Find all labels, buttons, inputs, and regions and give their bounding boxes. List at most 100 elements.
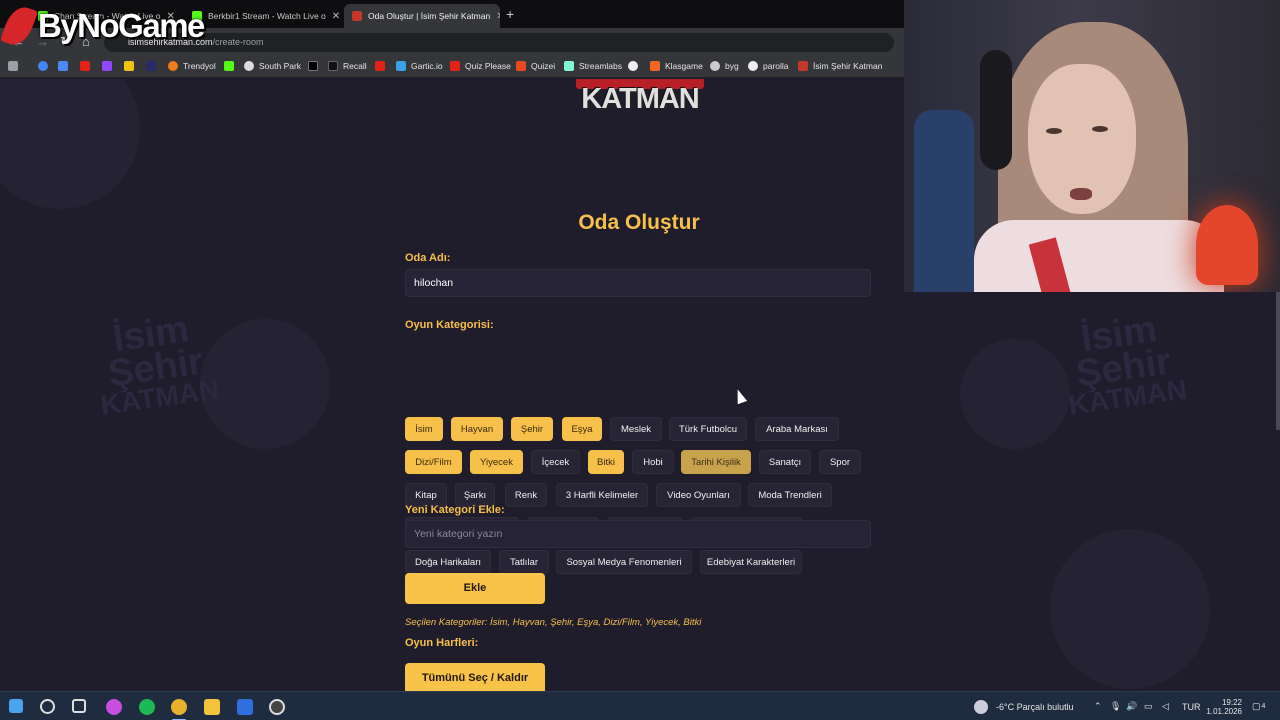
url-field[interactable]: isimsehirkatman.com/create-room <box>104 33 894 52</box>
letters-label: Oyun Harfleri: <box>405 637 479 649</box>
klasgame-icon <box>650 61 660 71</box>
category-chip[interactable]: İsim <box>405 417 443 441</box>
close-icon[interactable]: ✕ <box>490 11 500 22</box>
bookmark-label: South Park <box>259 61 302 71</box>
notification-center[interactable]: ▢ 4 <box>1252 692 1265 720</box>
apps-grid-icon[interactable] <box>8 61 23 71</box>
game-logo[interactable]: KATMAN <box>574 79 706 127</box>
scrollbar[interactable] <box>1276 292 1280 430</box>
category-chip[interactable]: Moda Trendleri <box>748 483 832 507</box>
obs-icon[interactable] <box>269 699 285 715</box>
feather-icon <box>0 2 39 50</box>
room-name-input[interactable] <box>405 269 871 297</box>
category-chip[interactable]: Hayvan <box>451 417 503 441</box>
parolla-icon <box>748 61 758 71</box>
category-chip[interactable]: Sanatçı <box>759 450 811 474</box>
kick-bookmark-icon[interactable] <box>224 61 239 71</box>
task-view-icon[interactable] <box>72 699 86 713</box>
bookmark-round-icon[interactable] <box>628 61 643 71</box>
close-icon[interactable]: ✕ <box>326 11 340 22</box>
bookmark-streamlabs[interactable]: Streamlabs <box>564 61 622 71</box>
category-chip[interactable]: Araba Markası <box>755 417 839 441</box>
category-chip[interactable]: Şehir <box>511 417 553 441</box>
clock-date: 1.01.2026 <box>1206 706 1242 716</box>
category-chip[interactable]: Meslek <box>610 417 662 441</box>
bookmark-byg[interactable]: byg <box>710 61 739 71</box>
bookmark-klasgame[interactable]: Klasgame <box>650 61 703 71</box>
twitch-icon[interactable] <box>102 61 117 71</box>
bookmark-dark-icon[interactable] <box>146 61 161 71</box>
bookmark-quiz-please[interactable]: Quiz Please <box>450 61 511 71</box>
category-chip[interactable]: Edebiyat Karakterleri <box>700 550 802 574</box>
room-name-label: Oda Adı: <box>405 252 451 264</box>
speaker-icon[interactable]: ◁ <box>1162 692 1169 720</box>
bookmark-label: Gartic.io <box>411 61 443 71</box>
category-chip[interactable]: Eşya <box>562 417 602 441</box>
network-icon[interactable]: ▭ <box>1144 692 1153 720</box>
plus-icon[interactable]: + <box>506 6 514 22</box>
category-chip[interactable]: Sosyal Medya Fenomenleri <box>556 550 692 574</box>
tab-label: Berkbir1 Stream - Watch Live o <box>208 11 326 21</box>
category-chip[interactable]: 3 Harfli Kelimeler <box>556 483 648 507</box>
category-chip[interactable]: İçecek <box>531 450 580 474</box>
watermark-logo-left: İsim Şehir KATMAN <box>74 307 236 421</box>
file-explorer-icon[interactable] <box>204 699 220 715</box>
bookmark-isim-sehir-katman[interactable]: İsim Şehir Katman <box>798 61 882 71</box>
cloud-icon <box>974 699 988 714</box>
new-category-label: Yeni Kategori Ekle: <box>405 504 505 516</box>
streamer-shirt <box>974 220 1224 292</box>
spotify-icon[interactable] <box>139 699 155 715</box>
mail-icon[interactable] <box>237 699 253 715</box>
weather-widget[interactable]: -6°C Parçalı bulutlu <box>974 692 1074 720</box>
eye <box>1092 126 1108 132</box>
windows-start-icon[interactable] <box>9 699 23 713</box>
bookmark-label: Trendyol <box>183 61 216 71</box>
language-indicator[interactable]: TUR <box>1182 692 1201 720</box>
x-twitter-icon[interactable] <box>308 61 323 71</box>
logo-text: KATMAN <box>581 83 700 115</box>
search-icon[interactable] <box>40 699 55 714</box>
chrome-icon[interactable] <box>171 699 187 715</box>
microphone-icon[interactable]: 🎙 <box>1110 692 1121 720</box>
globe-icon <box>244 61 254 71</box>
recall-icon <box>328 61 338 71</box>
trendyol-icon <box>168 61 178 71</box>
category-chip[interactable]: Tarihi Kişilik <box>681 450 751 474</box>
site-favicon-icon <box>352 11 362 21</box>
notification-icon: ▢ <box>1252 701 1261 711</box>
category-chip[interactable]: Doğa Harikaları <box>405 550 491 574</box>
google-icon[interactable] <box>38 61 53 71</box>
category-chip[interactable]: Hobi <box>632 450 674 474</box>
youtube-icon[interactable] <box>375 61 390 71</box>
page-title: Oda Oluştur <box>578 211 700 234</box>
copilot-icon[interactable] <box>106 699 122 715</box>
bookmark-label: parolla <box>763 61 789 71</box>
category-chip[interactable]: Spor <box>819 450 861 474</box>
category-chip[interactable]: Renk <box>505 483 547 507</box>
new-category-input[interactable] <box>405 520 871 548</box>
watermark-logo-right: İsim Şehir KATMAN <box>1042 307 1204 421</box>
category-chip[interactable]: Video Oyunları <box>656 483 741 507</box>
bookmark-parolla[interactable]: parolla <box>748 61 789 71</box>
toggle-all-letters-button[interactable]: Tümünü Seç / Kaldır <box>405 663 545 691</box>
bookmark-south-park[interactable]: South Park <box>244 61 301 71</box>
add-category-button[interactable]: Ekle <box>405 573 545 604</box>
bookmark-recall[interactable]: Recall <box>328 61 367 71</box>
google-translate-icon[interactable] <box>58 61 73 71</box>
bookmark-trendyol[interactable]: Trendyol <box>168 61 216 71</box>
category-chip[interactable]: Bitki <box>588 450 624 474</box>
tab-oda-olustur[interactable]: Oda Oluştur | İsim Şehir Katman ✕ <box>344 4 500 28</box>
tray-chevron-icon[interactable]: ⌃ <box>1094 692 1102 720</box>
clock[interactable]: 19:22 1.01.2026 <box>1204 692 1242 720</box>
volume-icon[interactable]: 🔊 <box>1126 692 1137 720</box>
category-chip[interactable]: Dizi/Film <box>405 450 462 474</box>
category-chip[interactable]: Türk Futbolcu <box>669 417 747 441</box>
category-chip[interactable]: Yiyecek <box>470 450 523 474</box>
bookmark-yellow-icon[interactable] <box>124 61 139 71</box>
category-label: Oyun Kategorisi: <box>405 319 494 331</box>
youtube-icon[interactable] <box>80 61 95 71</box>
bookmark-gartic[interactable]: Gartic.io <box>396 61 443 71</box>
bookmark-quizei[interactable]: Quizei <box>516 61 555 71</box>
screen: Chan Stream - Watch Live o ✕ Berkbir1 St… <box>0 0 1280 720</box>
category-chip[interactable]: Tatlılar <box>499 550 549 574</box>
